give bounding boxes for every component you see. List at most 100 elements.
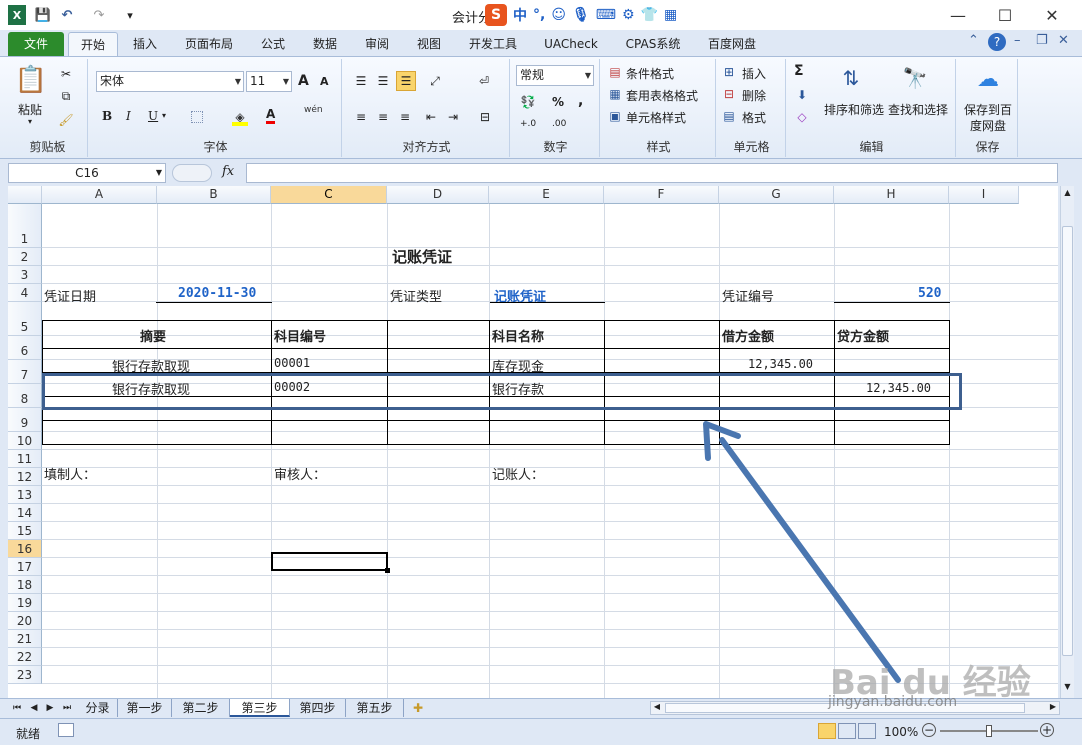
tab-home[interactable]: 开始: [68, 32, 118, 57]
column-header[interactable]: F: [604, 186, 719, 204]
conditional-format-button[interactable]: 条件格式: [626, 65, 674, 82]
page-layout-view-icon[interactable]: [838, 723, 856, 739]
increase-indent-icon[interactable]: ⇥: [444, 109, 462, 125]
font-shrink-button[interactable]: A: [320, 75, 329, 88]
row-header[interactable]: 11: [8, 450, 42, 468]
border-icon[interactable]: [188, 109, 206, 125]
row-header[interactable]: 17: [8, 558, 42, 576]
find-select-button[interactable]: 查找和选择: [888, 101, 948, 118]
column-header[interactable]: H: [834, 186, 949, 204]
select-all-corner[interactable]: [8, 186, 42, 204]
zoom-in-icon[interactable]: +: [1040, 723, 1054, 737]
macro-record-icon[interactable]: [58, 723, 74, 737]
column-header[interactable]: G: [719, 186, 834, 204]
percent-button[interactable]: %: [552, 95, 564, 109]
cell-styles-button[interactable]: 单元格样式: [626, 109, 686, 126]
tab-data[interactable]: 数据: [304, 32, 346, 57]
paste-button[interactable]: 粘贴: [18, 101, 42, 118]
row-header[interactable]: 5: [8, 302, 42, 336]
tab-formulas[interactable]: 公式: [252, 32, 294, 57]
number-format-select[interactable]: 常规 ▼: [516, 65, 594, 86]
mic-icon[interactable]: 🎙: [572, 7, 590, 23]
maximize-button[interactable]: ☐: [985, 4, 1025, 26]
align-left-icon[interactable]: ≡: [352, 109, 370, 125]
column-header[interactable]: B: [157, 186, 271, 204]
tab-file[interactable]: 文件: [8, 32, 64, 57]
scroll-up-icon[interactable]: ▲: [1062, 188, 1073, 200]
font-name-select[interactable]: 宋体 ▼: [96, 71, 244, 92]
formula-expand-icon[interactable]: [172, 164, 212, 182]
column-header[interactable]: D: [387, 186, 489, 204]
row-header[interactable]: 6: [8, 336, 42, 360]
sheet-tab[interactable]: 第五步: [346, 699, 404, 717]
row-header[interactable]: 19: [8, 594, 42, 612]
tab-review[interactable]: 审阅: [356, 32, 398, 57]
tab-insert[interactable]: 插入: [124, 32, 166, 57]
fill-icon[interactable]: ⬇: [794, 87, 810, 103]
row-header[interactable]: 18: [8, 576, 42, 594]
page-break-view-icon[interactable]: [858, 723, 876, 739]
sogou-logo-icon[interactable]: S: [485, 4, 507, 26]
sheet-tab[interactable]: 分录: [78, 699, 118, 717]
tab-view[interactable]: 视图: [408, 32, 450, 57]
paste-icon[interactable]: 📋: [15, 63, 47, 97]
font-grow-button[interactable]: A: [298, 73, 309, 89]
toolbox-icon[interactable]: ⚙: [622, 7, 635, 23]
paste-dropdown-icon[interactable]: ▾: [28, 117, 32, 126]
row-header[interactable]: 20: [8, 612, 42, 630]
row-header[interactable]: 9: [8, 408, 42, 432]
grid-menu-icon[interactable]: ▦: [664, 7, 677, 23]
sort-filter-button[interactable]: 排序和筛选: [824, 101, 884, 118]
sheet-tab[interactable]: 第二步: [172, 699, 230, 717]
worksheet-grid[interactable]: A B C D E F G H I 记账凭证 凭证日期 2020-11-30 凭…: [8, 186, 1058, 698]
row-header[interactable]: 8: [8, 384, 42, 408]
merge-center-icon[interactable]: ⊟: [474, 109, 496, 125]
currency-icon[interactable]: 💱: [518, 93, 538, 111]
prev-sheet-icon[interactable]: ◀: [26, 699, 42, 717]
name-box[interactable]: C16 ▼: [8, 163, 166, 183]
wrap-text-icon[interactable]: ⏎: [474, 73, 494, 89]
doc-close-icon[interactable]: ✕: [1058, 33, 1069, 48]
sheet-tab[interactable]: 第一步: [118, 699, 172, 717]
zoom-out-icon[interactable]: −: [922, 723, 936, 737]
row-header[interactable]: 15: [8, 522, 42, 540]
insert-function-button[interactable]: fx: [222, 164, 234, 179]
phonetic-button[interactable]: wén: [304, 105, 323, 115]
delete-button[interactable]: 删除: [742, 87, 766, 104]
fill-handle[interactable]: [385, 568, 390, 573]
tab-developer[interactable]: 开发工具: [460, 32, 526, 57]
row-header[interactable]: 2: [8, 248, 42, 266]
save-icon[interactable]: 💾: [34, 5, 52, 25]
scroll-left-icon[interactable]: ◀: [651, 702, 663, 714]
copy-icon[interactable]: ⧉: [56, 87, 76, 105]
scroll-down-icon[interactable]: ▼: [1062, 682, 1073, 694]
row-header[interactable]: 23: [8, 666, 42, 684]
save-to-baidu-button[interactable]: 保存到百: [964, 101, 1012, 118]
zoom-slider-thumb[interactable]: [986, 725, 992, 737]
row-header[interactable]: 12: [8, 468, 42, 486]
italic-button[interactable]: I: [126, 109, 131, 123]
format-as-table-button[interactable]: 套用表格格式: [626, 87, 698, 104]
new-sheet-icon[interactable]: ✚: [406, 699, 430, 717]
align-bottom-icon[interactable]: ☰: [396, 71, 416, 91]
chevron-down-icon[interactable]: ▾: [162, 111, 166, 120]
tab-page-layout[interactable]: 页面布局: [176, 32, 242, 57]
tab-uacheck[interactable]: UACheck: [536, 32, 606, 57]
minimize-button[interactable]: —: [938, 4, 978, 26]
increase-decimal-button[interactable]: +.0: [520, 119, 536, 129]
emoji-icon[interactable]: ☺: [551, 7, 566, 23]
selected-cell[interactable]: [271, 552, 388, 571]
scroll-right-icon[interactable]: ▶: [1047, 702, 1059, 714]
vertical-scrollbar[interactable]: ▲ ▼: [1060, 186, 1074, 698]
skin-icon[interactable]: 👕: [641, 7, 658, 23]
column-header[interactable]: E: [489, 186, 604, 204]
autosum-button[interactable]: Σ: [794, 63, 804, 79]
tab-cpas[interactable]: CPAS系统: [616, 32, 690, 57]
ribbon-collapse-icon[interactable]: ⌃: [968, 33, 979, 48]
sheet-tab-active[interactable]: 第三步: [230, 699, 290, 717]
orientation-icon[interactable]: ⤢: [424, 73, 446, 89]
font-size-select[interactable]: 11 ▼: [246, 71, 292, 92]
align-middle-icon[interactable]: ☰: [374, 73, 392, 89]
align-top-icon[interactable]: ☰: [352, 73, 370, 89]
row-header[interactable]: 1: [8, 204, 42, 248]
